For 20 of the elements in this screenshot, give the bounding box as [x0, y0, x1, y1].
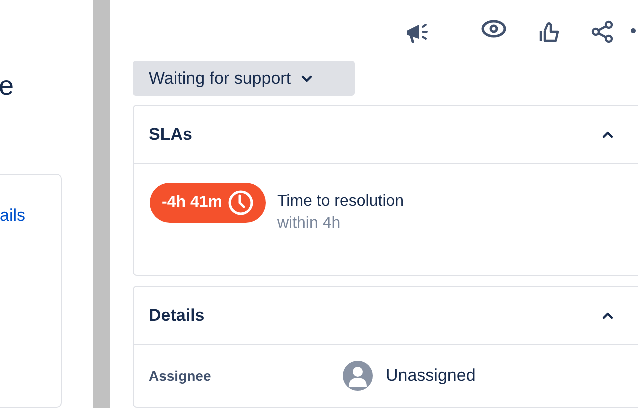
collapse-icon[interactable]	[602, 312, 614, 320]
sla-badge: -4h 41m	[150, 183, 266, 224]
clock-icon	[228, 190, 254, 216]
megaphone-icon[interactable]	[405, 21, 431, 45]
avatar-icon	[343, 361, 373, 391]
field-label: Assignee	[149, 366, 212, 386]
more-icon[interactable]	[631, 28, 638, 34]
page-heading: e	[0, 70, 16, 103]
field-value[interactable]: Unassigned	[386, 363, 476, 389]
caret-icon[interactable]	[301, 74, 314, 83]
sla-goal: within 4h	[277, 214, 342, 234]
sla-name: Time to resolution	[277, 192, 404, 212]
collapse-icon[interactable]	[602, 130, 614, 139]
status-dropdown[interactable]: Waiting for support	[133, 61, 355, 96]
eye-icon[interactable]	[481, 19, 507, 39]
section-title: SLAs	[149, 124, 192, 146]
share-icon[interactable]	[591, 20, 615, 44]
section-title: Details	[149, 304, 205, 327]
details-link[interactable]: ails	[0, 202, 61, 228]
thumbs-up-icon[interactable]	[539, 21, 561, 43]
